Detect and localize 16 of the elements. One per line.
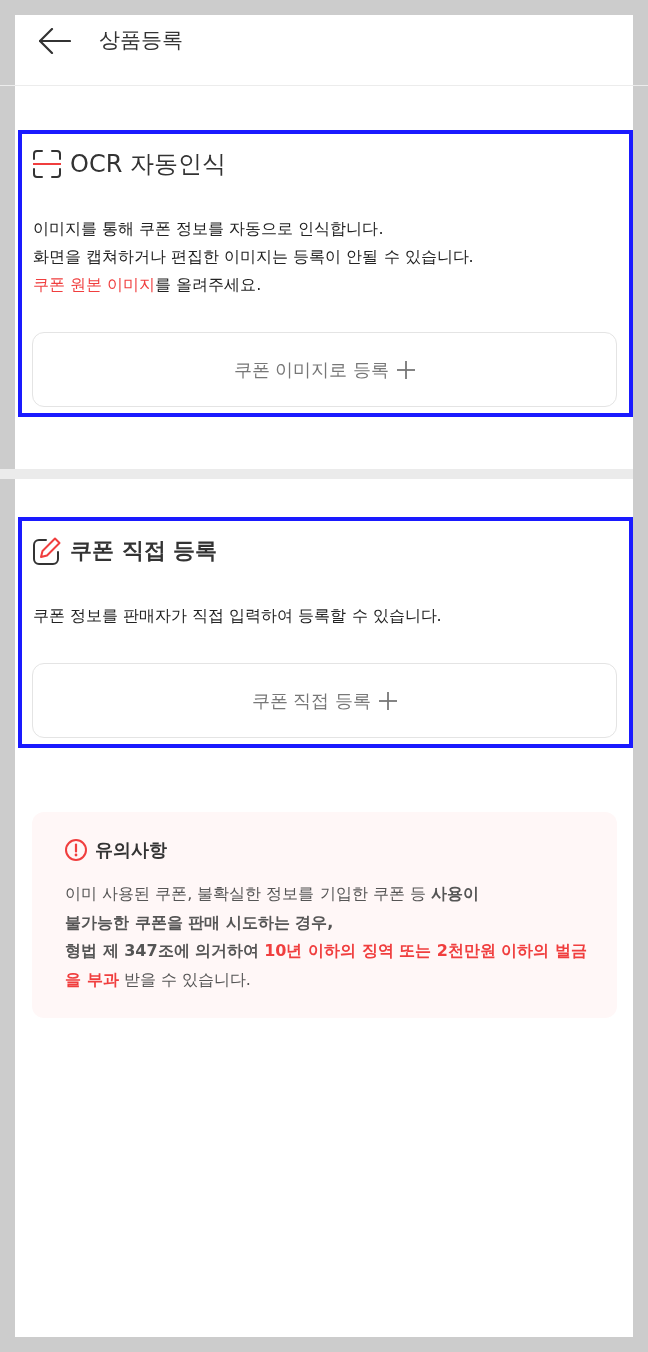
register-button[interactable]: 쿠폰 직접 등록 bbox=[32, 663, 617, 738]
notice-text: 이미 사용된 쿠폰, 불확실한 정보를 기입한 쿠폰 등 사용이 불가능한 쿠폰을 판매 시도하는 경우, 형법 제 347조에 의거하여 10년 이하의 징역 또는 2천만원 이하의 벌금을 부과 받을 수 있습니다. bbox=[65, 883, 589, 991]
back-button[interactable] bbox=[39, 28, 71, 54]
edit-icon bbox=[33, 537, 61, 565]
section-title: 쿠폰 직접 등록 bbox=[70, 537, 218, 565]
plus-icon bbox=[397, 360, 416, 379]
page-title: 상품등록 bbox=[99, 27, 183, 53]
alert-icon bbox=[65, 839, 87, 861]
register-button[interactable]: 쿠폰 이미지로 등록 bbox=[32, 332, 617, 407]
notice-title: 유의사항 bbox=[95, 838, 167, 862]
plus-icon bbox=[379, 691, 398, 710]
section-title: OCR 자동인식 bbox=[70, 149, 226, 180]
description-text: 이미지를 통해 쿠폰 정보를 자동으로 인식합니다. 화면을 캡쳐하거나 편집한 이미지는 등록이 안될 수 있습니다. 쿠폰 원본 이미지를 올려주세요. bbox=[33, 218, 475, 296]
back-arrow-icon bbox=[39, 28, 71, 54]
scan-icon bbox=[33, 150, 61, 178]
description-text: 쿠폰 정보를 판매자가 직접 입력하여 등록할 수 있습니다. bbox=[33, 605, 443, 627]
